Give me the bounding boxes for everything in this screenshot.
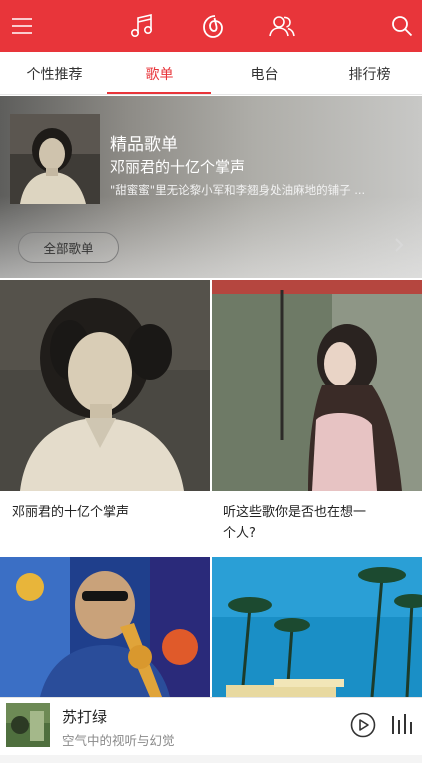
tab-radio[interactable]: 电台 (212, 52, 317, 95)
all-playlists-button[interactable]: 全部歌单 (18, 232, 119, 263)
playlist-cover-image (212, 557, 422, 697)
tab-bar: 个性推荐 歌单 电台 排行榜 (0, 52, 422, 95)
playlist-cover-image (0, 557, 210, 697)
tab-recommend[interactable]: 个性推荐 (2, 52, 107, 95)
top-bar (0, 0, 422, 52)
playlist-card[interactable] (212, 557, 422, 697)
bottom-edge (0, 755, 422, 763)
playlist-queue-icon[interactable] (390, 712, 414, 738)
playlist-title: 邓丽君的十亿个掌声 (12, 505, 130, 520)
banner-title: 精品歌单 (110, 135, 178, 155)
banner-subtitle: 邓丽君的十亿个掌声 (110, 158, 246, 176)
now-playing-cover[interactable] (6, 703, 50, 747)
active-tab-indicator (107, 92, 211, 94)
netease-music-icon[interactable] (197, 10, 229, 42)
playlist-cover-image (212, 280, 422, 491)
friends-icon[interactable] (266, 10, 298, 42)
mini-player[interactable]: 苏打绿 空气中的视听与幻觉 (0, 697, 422, 755)
chevron-right-icon[interactable] (394, 237, 404, 256)
song-title: 苏打绿 (62, 708, 108, 726)
playlist-card[interactable]: 邓丽君的十亿个掌声 (0, 280, 210, 555)
play-button[interactable] (350, 712, 376, 738)
playlist-card[interactable]: 听这些歌你是否也在想一 个人? (212, 280, 422, 555)
tab-charts[interactable]: 排行榜 (317, 52, 422, 95)
tab-playlists[interactable]: 歌单 (107, 52, 212, 95)
song-artist: 空气中的视听与幻觉 (62, 733, 175, 748)
search-icon[interactable] (386, 10, 418, 42)
featured-playlist-banner[interactable]: 精品歌单 邓丽君的十亿个掌声 "甜蜜蜜"里无论黎小军和李翘身处油麻地的铺子 ..… (0, 96, 422, 278)
featured-cover-image (10, 114, 100, 204)
playlist-cover-image (0, 280, 210, 491)
menu-icon[interactable] (6, 10, 38, 42)
playlist-card[interactable] (0, 557, 210, 697)
banner-description: "甜蜜蜜"里无论黎小军和李翘身处油麻地的铺子 ... (110, 183, 366, 197)
playlist-title: 听这些歌你是否也在想一 个人? (223, 505, 367, 541)
music-note-icon[interactable] (126, 10, 158, 42)
